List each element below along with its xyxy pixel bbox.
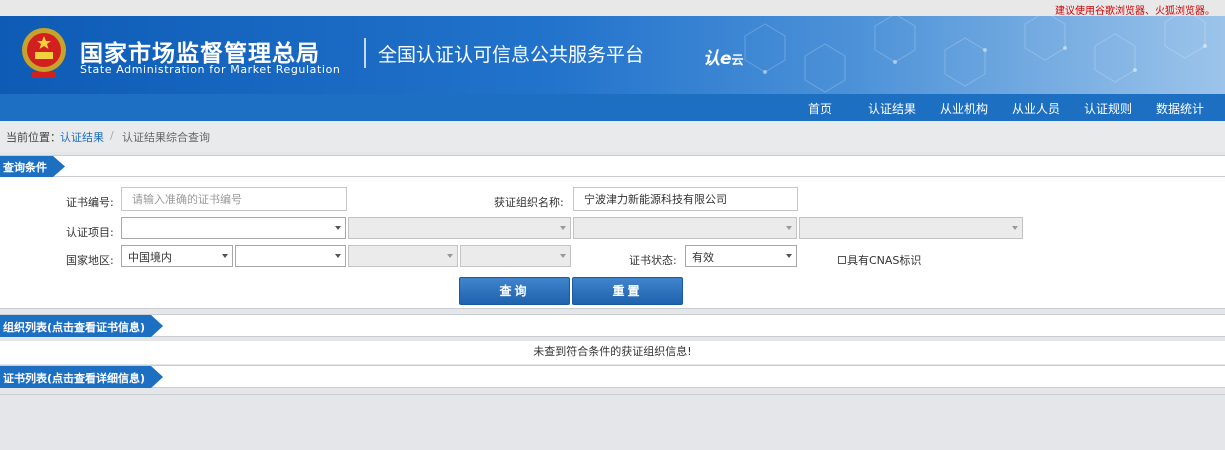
cert-list-title: 证书列表(点击查看详细信息) — [0, 366, 163, 388]
org-list-title: 组织列表(点击查看证书信息) — [0, 315, 163, 337]
region-label: 国家地区: — [66, 254, 114, 267]
chevron-down-icon — [560, 254, 566, 258]
breadcrumb-label: 当前位置： — [6, 131, 61, 144]
breadcrumb-link[interactable]: 认证结果 — [60, 129, 104, 145]
region-select-value: 中国境内 — [128, 251, 172, 264]
nav-cert-results[interactable]: 认证结果 — [868, 100, 916, 117]
query-form: 证书编号: 获证组织名称: 认证项目: 国家地区: 中国境内 证书状态: 有效 … — [0, 177, 1225, 309]
region-select-city — [348, 245, 458, 267]
org-list-empty-message: 未查到符合条件的获证组织信息! — [0, 341, 1225, 364]
cnas-checkbox[interactable]: 具有CNAS标识 — [838, 252, 921, 268]
checkbox-box-icon — [838, 256, 846, 264]
hexagon-pattern — [744, 16, 1207, 93]
region-select-country[interactable]: 中国境内 — [121, 245, 233, 267]
agency-title-en: State Administration for Market Regulati… — [80, 63, 341, 76]
nav-home[interactable]: 首页 — [808, 100, 832, 117]
search-button[interactable]: 查询 — [459, 277, 570, 305]
project-select-2 — [348, 217, 571, 239]
chevron-down-icon — [1012, 226, 1018, 230]
nav-institutions[interactable]: 从业机构 — [940, 100, 988, 117]
query-section-title: 查询条件 — [0, 156, 65, 177]
region-select-province[interactable] — [235, 245, 346, 267]
main-nav: 首页 认证结果 从业机构 从业人员 认证规则 数据统计 — [0, 94, 1225, 121]
project-select-3 — [573, 217, 797, 239]
query-section-header: 查询条件 — [0, 155, 1225, 177]
nav-personnel[interactable]: 从业人员 — [1012, 100, 1060, 117]
cert-project-label: 认证项目: — [66, 226, 114, 239]
platform-title: 全国认证认可信息公共服务平台 — [378, 44, 645, 66]
chevron-down-icon — [786, 254, 792, 258]
chevron-down-icon — [335, 226, 341, 230]
breadcrumb-separator: / — [110, 129, 114, 142]
project-select-1[interactable] — [121, 217, 346, 239]
breadcrumb: 当前位置： 认证结果 / 认证结果综合查询 — [0, 121, 1225, 152]
brand-logo-main: 认e — [703, 49, 732, 69]
brand-logo-sub: 云 — [731, 53, 744, 67]
org-list-header: 组织列表(点击查看证书信息) — [0, 314, 1225, 337]
org-name-label: 获证组织名称: — [494, 196, 564, 209]
chevron-down-icon — [560, 226, 566, 230]
cert-status-select[interactable]: 有效 — [685, 245, 797, 267]
header-banner: 国家市场监督管理总局 State Administration for Mark… — [0, 16, 1225, 94]
browser-tip: 建议使用谷歌浏览器、火狐浏览器。 — [1055, 6, 1215, 17]
chevron-down-icon — [786, 226, 792, 230]
chevron-down-icon — [335, 254, 341, 258]
cert-status-value: 有效 — [692, 251, 714, 264]
cert-no-input[interactable] — [121, 187, 347, 211]
cert-no-label: 证书编号: — [66, 196, 114, 209]
nav-cert-rules[interactable]: 认证规则 — [1084, 100, 1132, 117]
org-name-input[interactable] — [573, 187, 798, 211]
breadcrumb-current: 认证结果综合查询 — [122, 131, 210, 144]
title-divider — [364, 38, 366, 68]
chevron-down-icon — [447, 254, 453, 258]
reset-button[interactable]: 重置 — [572, 277, 683, 305]
chevron-down-icon — [222, 254, 228, 258]
brand-logo: 认e云 — [703, 44, 744, 69]
national-emblem-icon — [22, 28, 66, 78]
top-bar: 建议使用谷歌浏览器、火狐浏览器。 — [0, 0, 1225, 17]
cnas-checkbox-label: 具有CNAS标识 — [847, 254, 922, 267]
cert-list-header: 证书列表(点击查看详细信息) — [0, 365, 1225, 388]
bottom-divider — [0, 394, 1225, 395]
region-select-district — [460, 245, 571, 267]
project-select-4 — [799, 217, 1023, 239]
nav-statistics[interactable]: 数据统计 — [1156, 100, 1204, 117]
cert-status-label: 证书状态: — [629, 254, 677, 267]
